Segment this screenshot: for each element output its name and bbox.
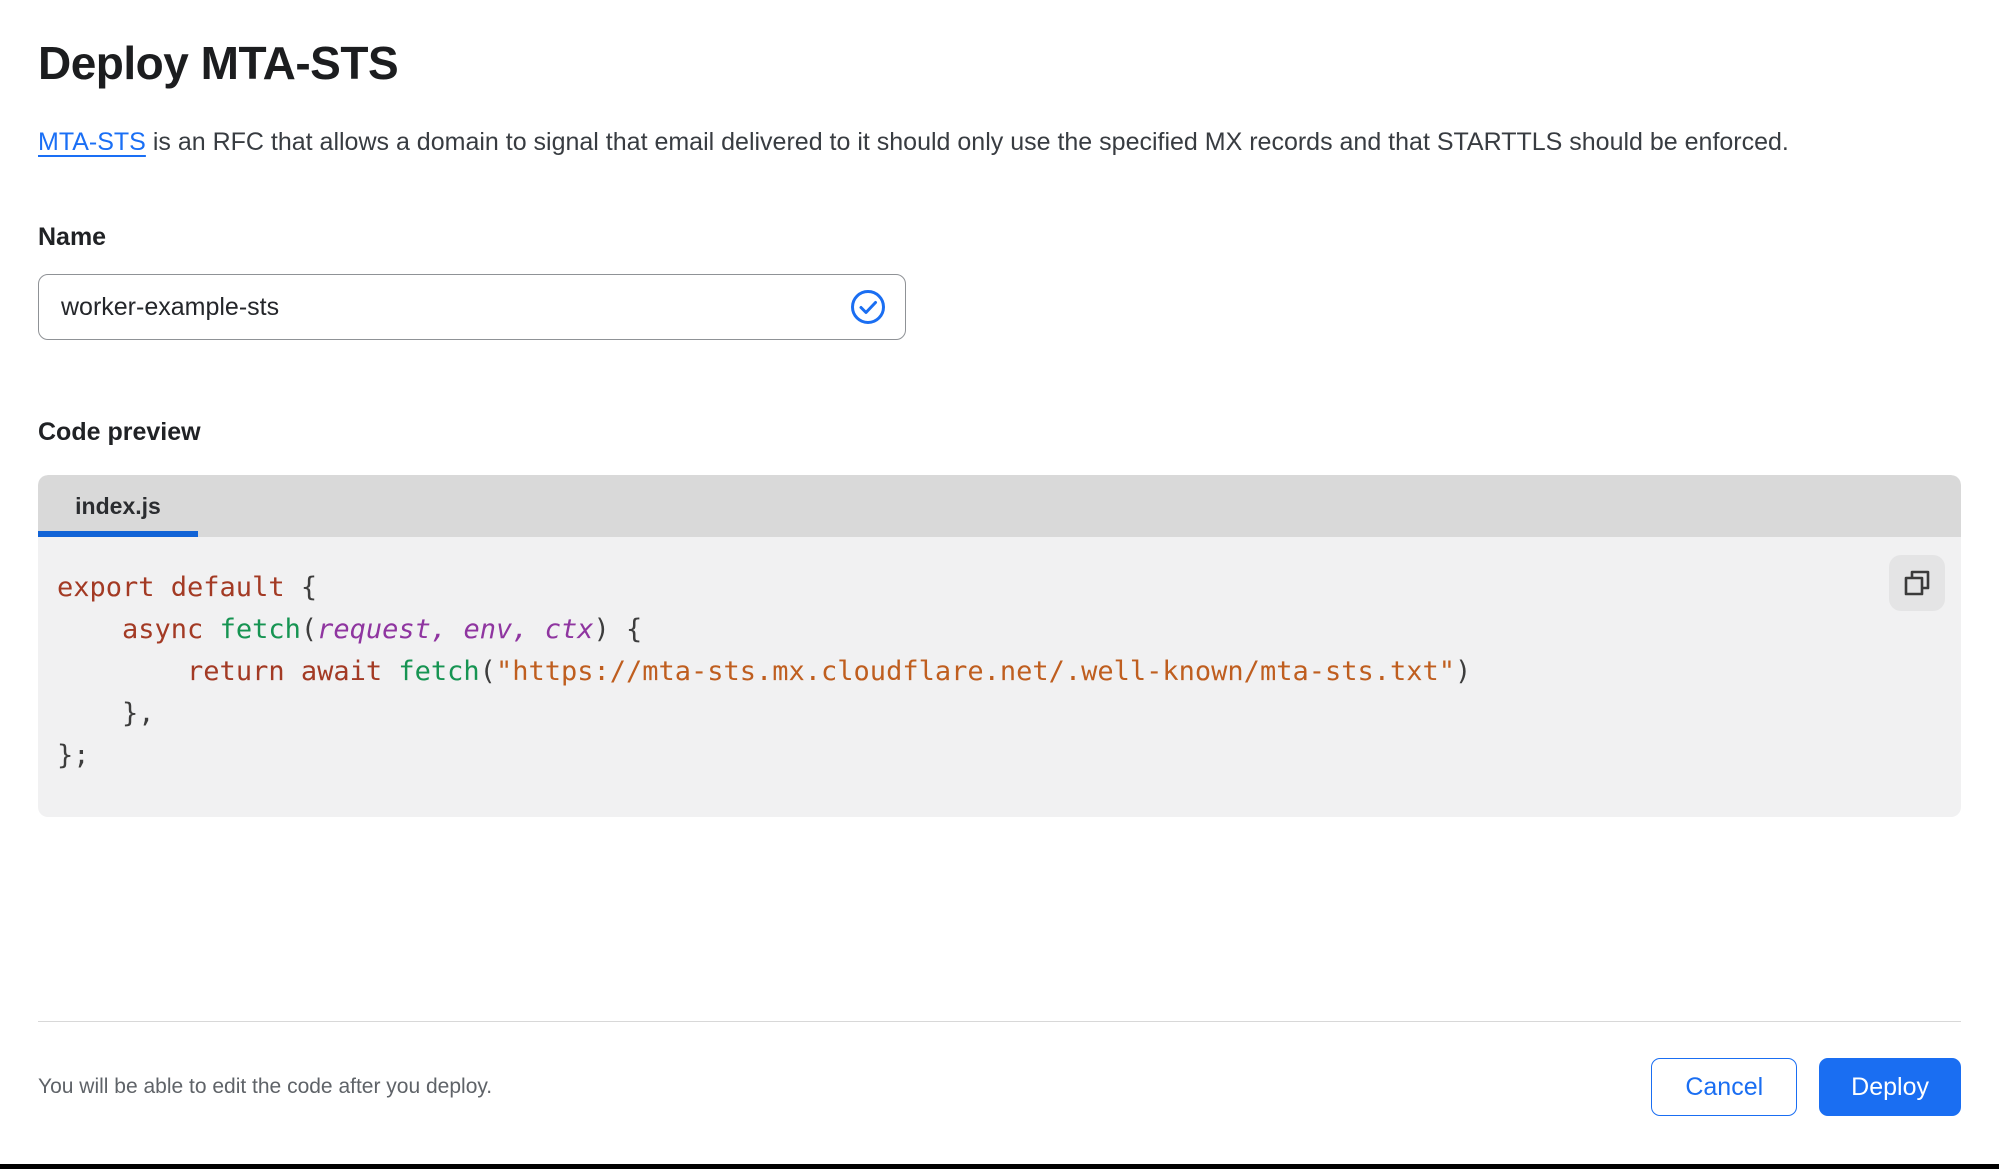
copy-icon <box>1902 568 1932 598</box>
name-input[interactable] <box>38 274 906 340</box>
code-line: }, <box>57 693 1841 735</box>
code-preview-label: Code preview <box>38 418 1961 447</box>
cancel-button[interactable]: Cancel <box>1651 1058 1797 1116</box>
code-tab-bar: index.js <box>38 475 1961 537</box>
code-line: async fetch(request, env, ctx) { <box>57 609 1841 651</box>
check-circle-icon <box>850 289 886 325</box>
code-line: return await fetch("https://mta-sts.mx.c… <box>57 651 1841 693</box>
name-label: Name <box>38 223 1961 252</box>
tab-index-js[interactable]: index.js <box>38 475 198 537</box>
code-content: export default { async fetch(request, en… <box>57 567 1841 777</box>
window-bottom-border <box>0 1164 1999 1169</box>
name-input-wrap <box>38 274 906 340</box>
deploy-mta-sts-page: Deploy MTA-STS MTA-STS is an RFC that al… <box>0 36 1999 817</box>
description-body: is an RFC that allows a domain to signal… <box>146 128 1789 156</box>
description-text: MTA-STS is an RFC that allows a domain t… <box>38 120 1943 165</box>
page-title: Deploy MTA-STS <box>38 36 1961 90</box>
tab-label: index.js <box>75 493 161 520</box>
footer-actions: Cancel Deploy <box>1651 1058 1961 1116</box>
footer-bar: You will be able to edit the code after … <box>38 1021 1961 1116</box>
code-line: }; <box>57 735 1841 777</box>
code-area: export default { async fetch(request, en… <box>38 537 1961 817</box>
code-line: export default { <box>57 567 1841 609</box>
code-preview-panel: index.js export default { async fetch(re… <box>38 475 1961 817</box>
copy-code-button[interactable] <box>1889 555 1945 611</box>
footer-note: You will be able to edit the code after … <box>38 1075 492 1099</box>
deploy-button[interactable]: Deploy <box>1819 1058 1961 1116</box>
mta-sts-link[interactable]: MTA-STS <box>38 128 146 156</box>
